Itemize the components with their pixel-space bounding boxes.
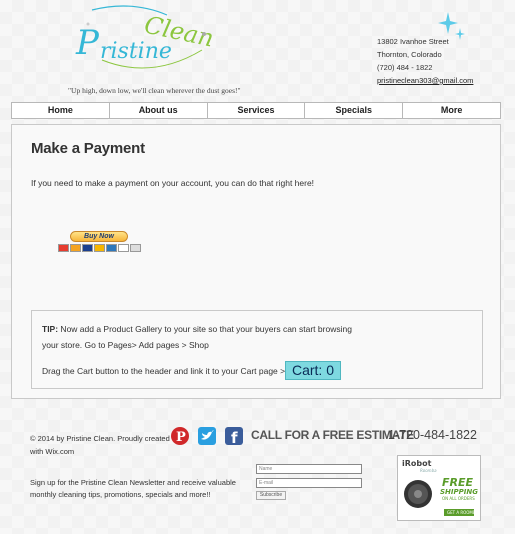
buy-now-label: Buy Now [70,231,128,242]
irobot-line3: ON ALL ORDERS [442,496,475,501]
tip-line-1: TIP: Now add a Product Gallery to your s… [42,324,352,334]
pinterest-icon[interactable]: P [171,427,189,445]
facebook-icon[interactable]: f [225,427,243,447]
newsletter-email-field[interactable]: E-mail [256,478,362,488]
main-nav: Home About us Services Specials More [11,102,501,119]
card-icon [106,244,117,252]
svg-text:f: f [231,429,238,445]
tip-text-1: Now add a Product Gallery to your site s… [58,324,352,334]
tip-line-2: your store. Go to Pages> Add pages > Sho… [42,340,209,350]
paypal-buy-now-button[interactable]: Buy Now [58,231,144,255]
nav-home[interactable]: Home [12,103,110,118]
svg-text:P: P [75,23,100,63]
irobot-line2: SHIPPING [440,488,478,496]
nav-specials[interactable]: Specials [305,103,404,118]
newsletter-name-field[interactable]: Name [256,464,362,474]
copyright-text: © 2014 by Pristine Clean. Proudly create… [30,434,170,443]
twitter-icon[interactable] [198,427,216,445]
irobot-brand: iRobot [402,459,432,468]
svg-text:P: P [176,430,186,445]
tagline: "Up high, down low, we'll clean wherever… [68,86,241,95]
card-icon [94,244,105,252]
newsletter-text: Sign up for the Pristine Clean Newslette… [30,478,236,487]
intro-text: If you need to make a payment on your ac… [31,178,315,188]
address-street: 13802 Ivanhoe Street [377,37,449,46]
irobot-ad-banner[interactable]: iRobot Roomba FREE SHIPPING ON ALL ORDER… [397,455,481,521]
cart-button[interactable]: Cart: 0 [285,361,341,380]
nav-services[interactable]: Services [208,103,306,118]
address-city: Thornton, Colorado [377,50,442,59]
irobot-tagline: Roomba [420,468,437,473]
address-phone: (720) 484 - 1822 [377,63,433,72]
tip-label: TIP: [42,324,59,334]
card-icon [58,244,69,252]
nav-more[interactable]: More [403,103,500,118]
page-title: Make a Payment [31,140,145,157]
svg-text:ristine: ristine [100,39,172,64]
tip-line-3: Drag the Cart button to the header and l… [42,366,291,376]
footer-phone: 1-720-484-1822 [388,428,477,442]
subscribe-button[interactable]: Subscribe [256,491,286,500]
card-icon [130,244,141,252]
nav-about-us[interactable]: About us [110,103,208,118]
newsletter-text-2: monthly cleaning tips, promotions, speci… [30,490,211,499]
pristine-clean-logo[interactable]: P ristine Clean [72,0,222,82]
email-link[interactable]: pristineclean303@gmail.com [377,76,473,85]
card-icon [70,244,81,252]
card-icon [118,244,129,252]
card-icon [82,244,93,252]
irobot-button: GET A ROOMBA [447,510,479,515]
copyright-text-2: with Wix.com [30,447,75,456]
